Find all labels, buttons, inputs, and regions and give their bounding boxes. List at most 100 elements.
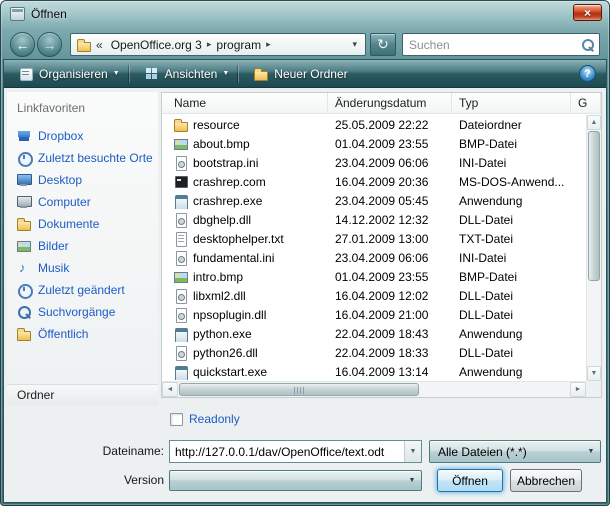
- views-icon: [144, 66, 160, 82]
- file-icon: [173, 136, 189, 152]
- scroll-down-icon[interactable]: ▼: [587, 366, 601, 381]
- version-combobox[interactable]: ▼: [169, 470, 422, 491]
- readonly-checkbox[interactable]: [170, 413, 183, 426]
- table-row[interactable]: quickstart.exe 16.04.2009 13:14 Anwendun…: [162, 362, 586, 381]
- table-row[interactable]: npsoplugin.dll 16.04.2009 21:00 DLL-Date…: [162, 305, 586, 324]
- breadcrumb-item-root[interactable]: OpenOffice.org 3: [107, 38, 206, 52]
- file-type: INI-Datei: [452, 251, 571, 265]
- vertical-scrollbar-thumb[interactable]: [588, 131, 600, 281]
- favorites-list: Dropbox Zuletzt besuchte Orte Desktop: [7, 125, 158, 345]
- scroll-right-icon[interactable]: ►: [570, 382, 586, 397]
- column-header-size[interactable]: G: [571, 93, 601, 113]
- breadcrumb-separator-icon[interactable]: ▸: [265, 39, 272, 50]
- open-button[interactable]: Öffnen: [437, 469, 503, 492]
- sidebar-item-icon: [16, 238, 32, 254]
- breadcrumb-item-current[interactable]: program: [212, 38, 265, 52]
- new-folder-button[interactable]: Neuer Ordner: [244, 62, 356, 86]
- breadcrumb: « OpenOffice.org 3 ▸ program ▸ ▾: [70, 33, 366, 56]
- dialog-icon: [10, 7, 25, 21]
- close-icon: ×: [584, 7, 591, 19]
- filename-input[interactable]: [170, 441, 404, 462]
- file-name: crashrep.com: [193, 175, 266, 189]
- file-icon: [173, 174, 189, 190]
- organize-button[interactable]: Organisieren ▼: [9, 62, 129, 86]
- horizontal-scrollbar-thumb[interactable]: [179, 383, 419, 396]
- sidebar-item[interactable]: Computer: [7, 191, 158, 213]
- sidebar-item[interactable]: Zuletzt geändert: [7, 279, 158, 301]
- breadcrumb-dropdown-icon[interactable]: ▾: [349, 39, 360, 50]
- help-button[interactable]: ?: [579, 65, 596, 82]
- back-button[interactable]: ←: [10, 32, 35, 57]
- file-icon: [173, 155, 189, 171]
- column-header-name[interactable]: Name: [162, 93, 328, 113]
- table-row[interactable]: dbghelp.dll 14.12.2002 12:32 DLL-Datei: [162, 210, 586, 229]
- file-name: dbghelp.dll: [193, 213, 251, 227]
- column-header-type[interactable]: Typ: [452, 93, 571, 113]
- file-type: DLL-Datei: [452, 289, 571, 303]
- refresh-button[interactable]: ↻: [370, 33, 396, 56]
- scrollbar-corner: [586, 381, 601, 397]
- sidebar-item-label: Computer: [38, 195, 91, 209]
- table-row[interactable]: fundamental.ini 23.04.2009 06:06 INI-Dat…: [162, 248, 586, 267]
- table-row[interactable]: libxml2.dll 16.04.2009 12:02 DLL-Datei: [162, 286, 586, 305]
- table-row[interactable]: crashrep.exe 23.04.2009 05:45 Anwendung: [162, 191, 586, 210]
- horizontal-scrollbar[interactable]: ◄ ►: [162, 381, 586, 397]
- sidebar-item-icon: [16, 150, 32, 166]
- sidebar-item[interactable]: Suchvorgänge: [7, 301, 158, 323]
- cancel-button-label: Abbrechen: [517, 474, 575, 488]
- filetype-combobox[interactable]: Alle Dateien (*.*) ▼: [429, 440, 601, 463]
- sidebar-item-icon: [16, 304, 32, 320]
- file-type: TXT-Datei: [452, 232, 571, 246]
- sidebar-item[interactable]: Zuletzt besuchte Orte: [7, 147, 158, 169]
- breadcrumb-overflow-button[interactable]: «: [92, 38, 107, 52]
- file-icon: [173, 250, 189, 266]
- table-row[interactable]: python26.dll 22.04.2009 18:33 DLL-Datei: [162, 343, 586, 362]
- search-icon[interactable]: [579, 36, 597, 54]
- table-row[interactable]: intro.bmp 01.04.2009 23:55 BMP-Datei: [162, 267, 586, 286]
- vertical-scrollbar[interactable]: ▲ ▼: [586, 115, 601, 381]
- sidebar-item[interactable]: Dropbox: [7, 125, 158, 147]
- file-date: 22.04.2009 18:43: [328, 327, 452, 341]
- filename-row: Dateiname: ▼ Alle Dateien (*.*) ▼: [4, 440, 606, 463]
- file-name: quickstart.exe: [193, 365, 267, 379]
- sidebar-item[interactable]: Bilder: [7, 235, 158, 257]
- table-row[interactable]: desktophelper.txt 27.01.2009 13:00 TXT-D…: [162, 229, 586, 248]
- file-date: 23.04.2009 06:06: [328, 156, 452, 170]
- file-date: 27.01.2009 13:00: [328, 232, 452, 246]
- forward-arrow-icon: →: [43, 37, 57, 53]
- filename-dropdown-button[interactable]: ▼: [404, 441, 421, 462]
- search-input[interactable]: [403, 38, 579, 52]
- views-button[interactable]: Ansichten ▼: [135, 62, 239, 86]
- readonly-label[interactable]: Readonly: [189, 412, 240, 426]
- table-row[interactable]: about.bmp 01.04.2009 23:55 BMP-Datei: [162, 134, 586, 153]
- table-row[interactable]: bootstrap.ini 23.04.2009 06:06 INI-Datei: [162, 153, 586, 172]
- scroll-left-icon[interactable]: ◄: [162, 382, 178, 397]
- version-label: Version: [59, 473, 164, 487]
- sidebar-item[interactable]: Musik: [7, 257, 158, 279]
- close-button[interactable]: ×: [573, 4, 602, 21]
- cancel-button[interactable]: Abbrechen: [510, 469, 582, 492]
- table-row[interactable]: python.exe 22.04.2009 18:43 Anwendung: [162, 324, 586, 343]
- dropdown-arrow-icon: ▼: [582, 448, 600, 455]
- window-title: Öffnen: [31, 7, 67, 21]
- dropdown-arrow-icon: ▼: [403, 477, 421, 484]
- scroll-up-icon[interactable]: ▲: [587, 115, 601, 130]
- file-name: bootstrap.ini: [193, 156, 258, 170]
- sidebar-item-icon: [16, 326, 32, 342]
- column-header-date[interactable]: Änderungsdatum: [328, 93, 452, 113]
- file-name: desktophelper.txt: [193, 232, 284, 246]
- table-row[interactable]: crashrep.com 16.04.2009 20:36 MS-DOS-Anw…: [162, 172, 586, 191]
- folders-label: Ordner: [17, 388, 54, 402]
- file-date: 23.04.2009 05:45: [328, 194, 452, 208]
- sidebar-item-label: Dropbox: [38, 129, 83, 143]
- readonly-row: Readonly: [170, 412, 240, 426]
- sidebar-item[interactable]: Öffentlich: [7, 323, 158, 345]
- folders-expander[interactable]: Ordner: [7, 384, 158, 405]
- table-row[interactable]: resource 25.05.2009 22:22 Dateiordner: [162, 115, 586, 134]
- sidebar-item[interactable]: Dokumente: [7, 213, 158, 235]
- favorites-header: Linkfavoriten: [7, 92, 158, 115]
- titlebar[interactable]: Öffnen ×: [0, 0, 610, 29]
- file-date: 01.04.2009 23:55: [328, 137, 452, 151]
- sidebar-item[interactable]: Desktop: [7, 169, 158, 191]
- forward-button[interactable]: →: [37, 32, 62, 57]
